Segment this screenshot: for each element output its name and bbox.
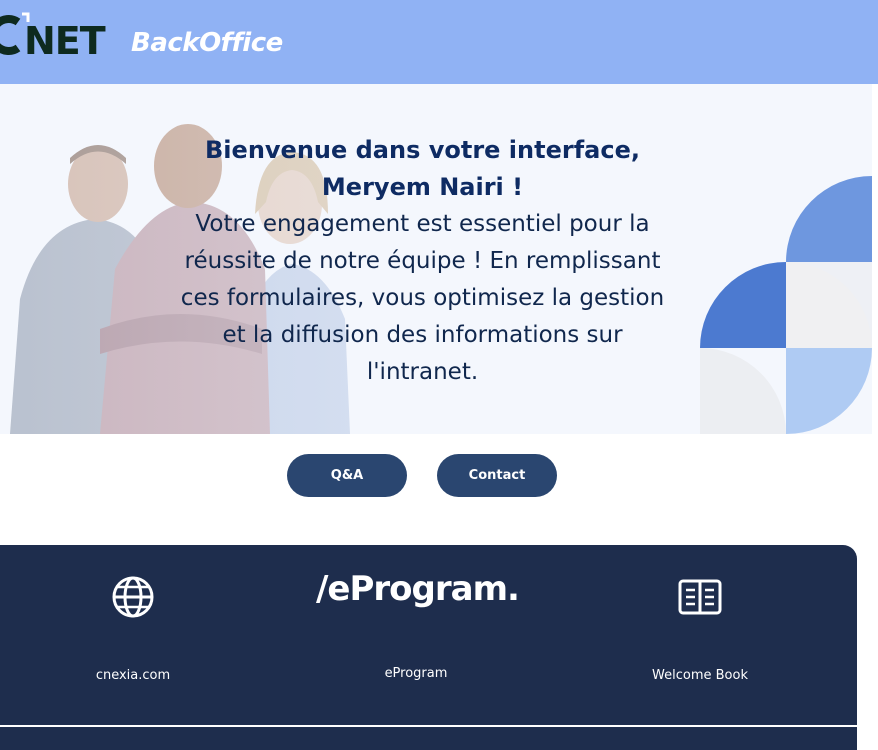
logo-text: NET (24, 19, 106, 63)
book-icon (678, 579, 722, 615)
footer-divider (0, 725, 857, 727)
header-bar: NET BackOffice (0, 0, 878, 84)
eprogram-logo: /eProgram. (316, 569, 520, 609)
eprogram-link[interactable]: /eProgram. eProgram (316, 545, 520, 705)
globe-icon (112, 576, 154, 618)
logo-subtitle: BackOffice (131, 28, 283, 58)
welcome-section: Bienvenue dans votre interface, Meryem N… (150, 132, 695, 391)
decorative-shapes (700, 176, 872, 434)
cnexia-label: cnexia.com (95, 668, 171, 683)
footer-panel: cnexia.com /eProgram. eProgram Welcome B… (0, 545, 857, 750)
contact-button[interactable]: Contact (437, 454, 557, 497)
qa-button[interactable]: Q&A (287, 454, 407, 497)
welcome-book-link[interactable]: Welcome Book (600, 545, 800, 705)
cnexia-link[interactable]: cnexia.com (33, 545, 233, 705)
eprogram-label: eProgram (384, 666, 448, 681)
welcome-message: Votre engagement est essentiel pour la r… (180, 211, 665, 385)
hero-banner: Bienvenue dans votre interface, Meryem N… (0, 84, 872, 434)
welcome-heading: Bienvenue dans votre interface, Meryem N… (205, 136, 640, 201)
welcome-book-label: Welcome Book (652, 668, 748, 683)
